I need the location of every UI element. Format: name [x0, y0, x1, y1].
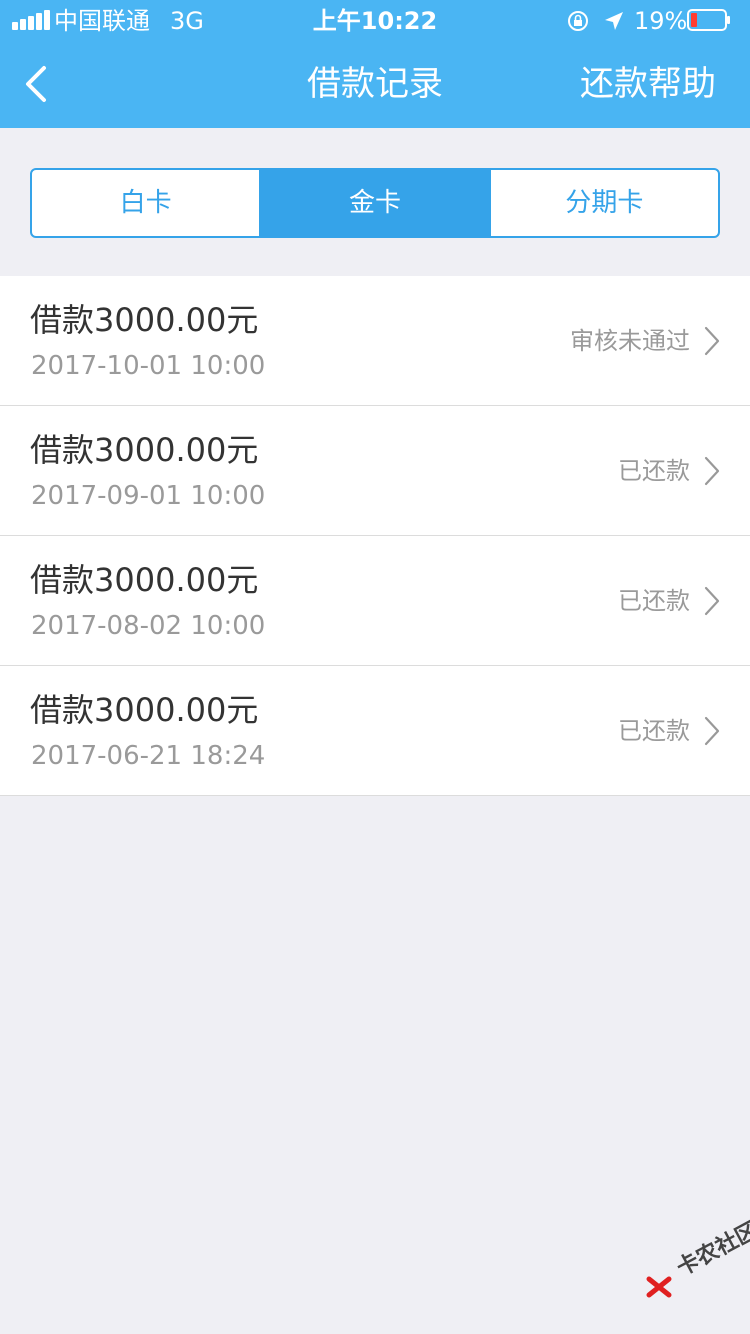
tab-installment-card[interactable]: 分期卡 — [491, 170, 718, 236]
card-type-tabs: 白卡 金卡 分期卡 — [30, 168, 720, 238]
watermark-text: 卡农社区 — [672, 1217, 750, 1282]
list-item[interactable]: 借款3000.00元 2017-09-01 10:00 已还款 — [0, 406, 750, 536]
chevron-right-icon — [704, 456, 720, 486]
loan-amount: 借款3000.00元 — [30, 431, 259, 469]
top-bar: 中国联通 3G 上午10:22 19% 借款记录 还款帮助 — [0, 0, 750, 128]
loan-date: 2017-06-21 18:24 — [31, 741, 266, 771]
orientation-lock-icon — [568, 11, 588, 31]
loan-status: 已还款 — [618, 717, 690, 745]
status-bar: 中国联通 3G 上午10:22 19% — [0, 0, 750, 40]
loan-date: 2017-08-02 10:00 — [31, 611, 266, 641]
chevron-right-icon — [704, 716, 720, 746]
loan-status: 已还款 — [618, 587, 690, 615]
location-arrow-icon — [605, 12, 623, 30]
loan-date: 2017-09-01 10:00 — [31, 481, 266, 511]
loan-record-list: 借款3000.00元 2017-10-01 10:00 审核未通过 借款3000… — [0, 276, 750, 796]
battery-icon — [687, 9, 730, 31]
loan-date: 2017-10-01 10:00 — [31, 351, 266, 381]
watermark-mark-icon — [646, 1276, 672, 1298]
battery-percent: 19% — [634, 7, 688, 35]
list-item[interactable]: 借款3000.00元 2017-10-01 10:00 审核未通过 — [0, 276, 750, 406]
tab-white-card[interactable]: 白卡 — [32, 170, 262, 236]
nav-bar: 借款记录 还款帮助 — [0, 40, 750, 128]
tab-gold-card[interactable]: 金卡 — [261, 170, 491, 236]
loan-amount: 借款3000.00元 — [30, 561, 259, 599]
watermark-logo: 卡农社区 — [646, 1218, 750, 1300]
chevron-right-icon — [704, 586, 720, 616]
loan-status: 审核未通过 — [570, 327, 690, 355]
chevron-right-icon — [704, 326, 720, 356]
loan-amount: 借款3000.00元 — [30, 301, 259, 339]
list-item[interactable]: 借款3000.00元 2017-08-02 10:00 已还款 — [0, 536, 750, 666]
list-item[interactable]: 借款3000.00元 2017-06-21 18:24 已还款 — [0, 666, 750, 796]
repayment-help-button[interactable]: 还款帮助 — [580, 62, 716, 106]
loan-status: 已还款 — [618, 457, 690, 485]
loan-amount: 借款3000.00元 — [30, 691, 259, 729]
